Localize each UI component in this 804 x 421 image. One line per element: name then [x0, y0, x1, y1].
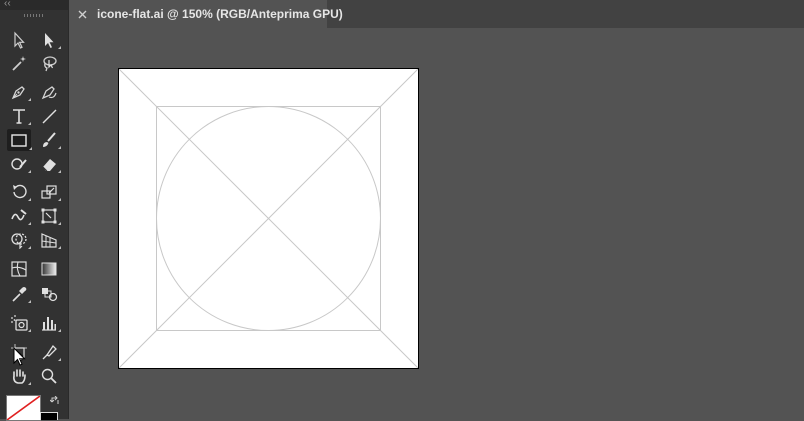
eraser-tool[interactable]: [38, 154, 61, 174]
pen-tool[interactable]: [8, 82, 31, 102]
curvature-tool[interactable]: [38, 82, 60, 102]
slice-icon: [42, 344, 57, 360]
slice-tool[interactable]: [38, 342, 61, 362]
zoom-icon: [41, 368, 57, 384]
warp-tool[interactable]: [8, 206, 31, 226]
free-transform-tool[interactable]: [38, 206, 61, 226]
document-tab[interactable]: icone-flat.ai @ 150% (RGB/Anteprima GPU): [69, 0, 343, 28]
direct-selection-tool[interactable]: [38, 30, 61, 50]
eraser-icon: [42, 159, 56, 172]
symbol-sprayer-icon: [11, 315, 28, 331]
magic-wand-icon: [12, 56, 26, 71]
hand-icon: [13, 369, 26, 384]
shaper-icon: [11, 158, 27, 170]
arrow-outline-icon: [14, 31, 25, 49]
arrow-solid-icon: [45, 33, 54, 48]
eyedropper-icon: [12, 287, 27, 302]
gradient-icon: [41, 262, 57, 276]
close-tab-icon[interactable]: [78, 8, 87, 20]
paintbrush-icon: [43, 132, 56, 147]
selection-tool[interactable]: [8, 30, 30, 50]
rotate-tool[interactable]: [8, 182, 31, 202]
lasso-icon: [43, 56, 57, 72]
paintbrush-tool[interactable]: [38, 130, 61, 150]
scale-icon: [41, 185, 57, 199]
hand-tool[interactable]: [8, 366, 31, 386]
shaper-tool[interactable]: [8, 154, 31, 174]
perspective-grid-icon: [41, 233, 57, 248]
mouse-cursor-icon: [13, 347, 26, 366]
magic-wand-tool[interactable]: [8, 53, 30, 73]
swap-icon[interactable]: [50, 396, 60, 406]
line-segment-tool[interactable]: [38, 106, 60, 126]
zoom-tool[interactable]: [38, 366, 60, 386]
rectangle-tool[interactable]: [7, 129, 32, 151]
icon-grid-guides: [119, 69, 418, 368]
tools-panel: ‹‹: [0, 0, 69, 421]
type-icon: [13, 109, 25, 124]
column-graph-icon: [42, 317, 56, 331]
mesh-tool[interactable]: [8, 259, 30, 279]
blend-icon: [42, 288, 58, 302]
free-transform-icon: [41, 208, 57, 224]
collapse-panel-icon[interactable]: ‹‹: [4, 0, 11, 9]
document-tab-title: icone-flat.ai @ 150% (RGB/Anteprima GPU): [97, 7, 343, 21]
panel-grip[interactable]: [24, 14, 44, 17]
lasso-tool[interactable]: [38, 53, 60, 73]
blend-tool[interactable]: [38, 284, 60, 304]
rectangle-icon: [11, 134, 27, 147]
column-graph-tool[interactable]: [38, 313, 61, 333]
gradient-tool[interactable]: [38, 259, 60, 279]
curvature-pen-icon: [41, 86, 57, 100]
eyedropper-tool[interactable]: [8, 284, 31, 304]
warp-icon: [11, 209, 27, 221]
shape-builder-icon: [11, 233, 27, 249]
scale-tool[interactable]: [38, 182, 61, 202]
type-tool[interactable]: [8, 106, 31, 126]
mesh-icon: [11, 261, 27, 277]
tools-panel-header: ‹‹: [0, 0, 68, 10]
rotate-icon: [13, 184, 27, 199]
pen-icon: [11, 86, 25, 100]
symbol-sprayer-tool[interactable]: [8, 313, 31, 333]
no-fill-icon: [7, 396, 40, 420]
document-tab-bar: icone-flat.ai @ 150% (RGB/Anteprima GPU): [69, 0, 804, 28]
fill-swatch[interactable]: [6, 395, 41, 421]
shape-builder-tool[interactable]: [8, 230, 31, 250]
line-icon: [42, 109, 57, 124]
artboard[interactable]: [118, 68, 419, 369]
perspective-grid-tool[interactable]: [38, 230, 61, 250]
